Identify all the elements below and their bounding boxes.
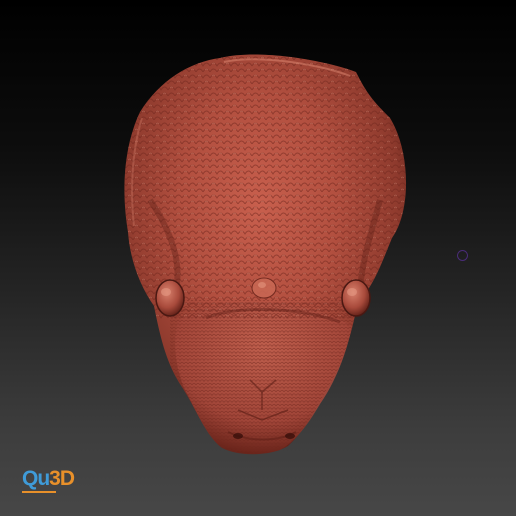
head-body [124, 54, 407, 455]
render-viewport[interactable]: Qu3D [0, 0, 516, 516]
right-eye [341, 279, 371, 317]
qu3d-logo: Qu3D [22, 467, 75, 494]
snake-head-model[interactable] [0, 0, 516, 516]
logo-text-qu: Qu [22, 467, 50, 490]
logo-underline [22, 491, 56, 493]
brush-cursor-icon [457, 250, 468, 261]
logo-text-3d: 3D [49, 467, 75, 490]
left-eye [155, 279, 185, 317]
